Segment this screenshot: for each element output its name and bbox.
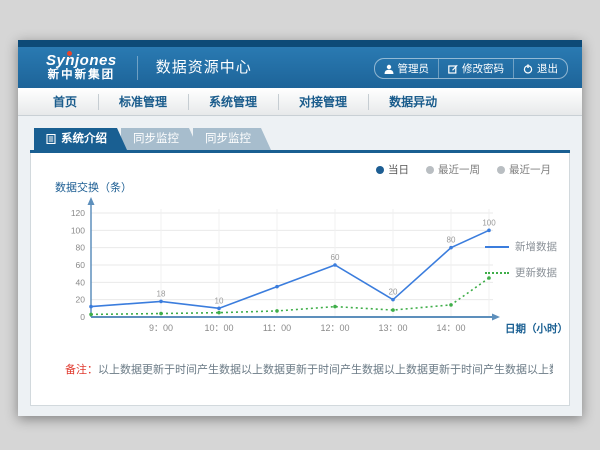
user-toolbar: 管理员 修改密码 退出 xyxy=(374,58,569,79)
app-header: Synjones 新中新集团 数据资源中心 管理员 修改密码 退出 xyxy=(18,47,582,88)
period-label: 最近一月 xyxy=(509,162,551,177)
footnote-prefix: 备注： xyxy=(65,364,98,376)
svg-text:20: 20 xyxy=(389,288,398,297)
period-radio[interactable]: 当日 xyxy=(376,162,409,177)
svg-text:9：00: 9：00 xyxy=(149,323,173,333)
footnote-body: 以上数据更新于时间产生数据以上数据更新于时间产生数据以上数据更新于时间产生数据以… xyxy=(98,364,553,376)
svg-text:13：00: 13：00 xyxy=(378,323,407,333)
page-title: 数据资源中心 xyxy=(137,56,252,80)
legend-line-solid-icon xyxy=(485,246,509,248)
nav-item-home[interactable]: 首页 xyxy=(32,89,98,115)
change-password-button[interactable]: 修改密码 xyxy=(438,59,513,78)
tab-sync-monitor-1[interactable]: 同步监控 xyxy=(121,128,199,150)
legend-label: 新增数据 xyxy=(515,239,557,254)
user-menu-button[interactable]: 管理员 xyxy=(375,59,439,78)
svg-text:日期（小时）: 日期（小时） xyxy=(505,322,568,335)
change-password-label: 修改密码 xyxy=(462,61,504,76)
browser-window: Synjones 新中新集团 数据资源中心 管理员 修改密码 退出 xyxy=(18,40,582,416)
logout-label: 退出 xyxy=(537,61,558,76)
logo-red-dot-icon xyxy=(67,51,72,56)
legend-entry-new-data[interactable]: 新增数据 xyxy=(485,239,557,254)
period-selector: 当日 最近一周 最近一月 xyxy=(376,162,551,177)
tab-sync-monitor-2[interactable]: 同步监控 xyxy=(193,128,271,150)
svg-text:11：00: 11：00 xyxy=(263,323,291,333)
nav-item-system-mgmt[interactable]: 系统管理 xyxy=(188,89,278,115)
svg-text:0: 0 xyxy=(80,312,85,322)
chart-panel: 当日 最近一周 最近一月 数据交换（条） 0 20 40 60 80 100 120 9：00… xyxy=(30,153,570,406)
svg-text:60: 60 xyxy=(76,260,86,270)
logo-subtext: 新中新集团 xyxy=(46,69,117,82)
user-icon xyxy=(384,64,394,74)
svg-text:120: 120 xyxy=(71,208,85,218)
user-label: 管理员 xyxy=(398,61,430,76)
desktop-background: Synjones 新中新集团 数据资源中心 管理员 修改密码 退出 xyxy=(0,0,600,450)
svg-text:80: 80 xyxy=(76,243,86,253)
radio-icon xyxy=(426,166,434,174)
nav-item-data-change[interactable]: 数据异动 xyxy=(368,89,458,115)
footnote: 备注：以上数据更新于时间产生数据以上数据更新于时间产生数据以上数据更新于时间产生… xyxy=(65,361,553,377)
svg-text:12：00: 12：00 xyxy=(320,323,349,333)
y-axis-title: 数据交换（条） xyxy=(55,179,132,195)
period-label: 当日 xyxy=(388,162,409,177)
tab-bar: 系统介绍 同步监控 同步监控 xyxy=(34,128,570,150)
svg-text:80: 80 xyxy=(447,236,456,245)
chart-legend: 新增数据 更新数据 xyxy=(485,239,557,291)
svg-text:14：00: 14：00 xyxy=(436,323,465,333)
power-icon xyxy=(523,64,533,74)
legend-label: 更新数据 xyxy=(515,265,557,280)
period-radio[interactable]: 最近一周 xyxy=(426,162,480,177)
svg-text:20: 20 xyxy=(76,295,86,305)
svg-text:18: 18 xyxy=(157,289,166,298)
svg-text:60: 60 xyxy=(331,253,340,262)
logout-button[interactable]: 退出 xyxy=(513,59,567,78)
tab-label: 系统介绍 xyxy=(61,128,107,150)
svg-text:10: 10 xyxy=(215,296,224,305)
edit-icon xyxy=(448,64,458,74)
tab-system-intro[interactable]: 系统介绍 xyxy=(34,128,127,150)
logo-text: Synjones xyxy=(46,53,117,70)
nav-item-interface-mgmt[interactable]: 对接管理 xyxy=(278,89,368,115)
main-nav: 首页 标准管理 系统管理 对接管理 数据异动 xyxy=(18,88,582,116)
content-area: 系统介绍 同步监控 同步监控 当日 最近一周 xyxy=(18,116,582,406)
radio-icon xyxy=(497,166,505,174)
nav-item-standard-mgmt[interactable]: 标准管理 xyxy=(98,89,188,115)
company-logo: Synjones 新中新集团 xyxy=(46,53,117,82)
period-label: 最近一周 xyxy=(438,162,480,177)
svg-text:100: 100 xyxy=(482,218,496,227)
document-icon xyxy=(46,134,56,144)
radio-icon xyxy=(376,166,384,174)
svg-text:40: 40 xyxy=(76,277,86,287)
window-top-strip xyxy=(18,40,582,47)
period-radio[interactable]: 最近一月 xyxy=(497,162,551,177)
legend-line-dotted-icon xyxy=(485,272,509,274)
legend-entry-update-data[interactable]: 更新数据 xyxy=(485,265,557,280)
svg-text:10：00: 10：00 xyxy=(204,323,233,333)
svg-text:100: 100 xyxy=(71,225,85,235)
